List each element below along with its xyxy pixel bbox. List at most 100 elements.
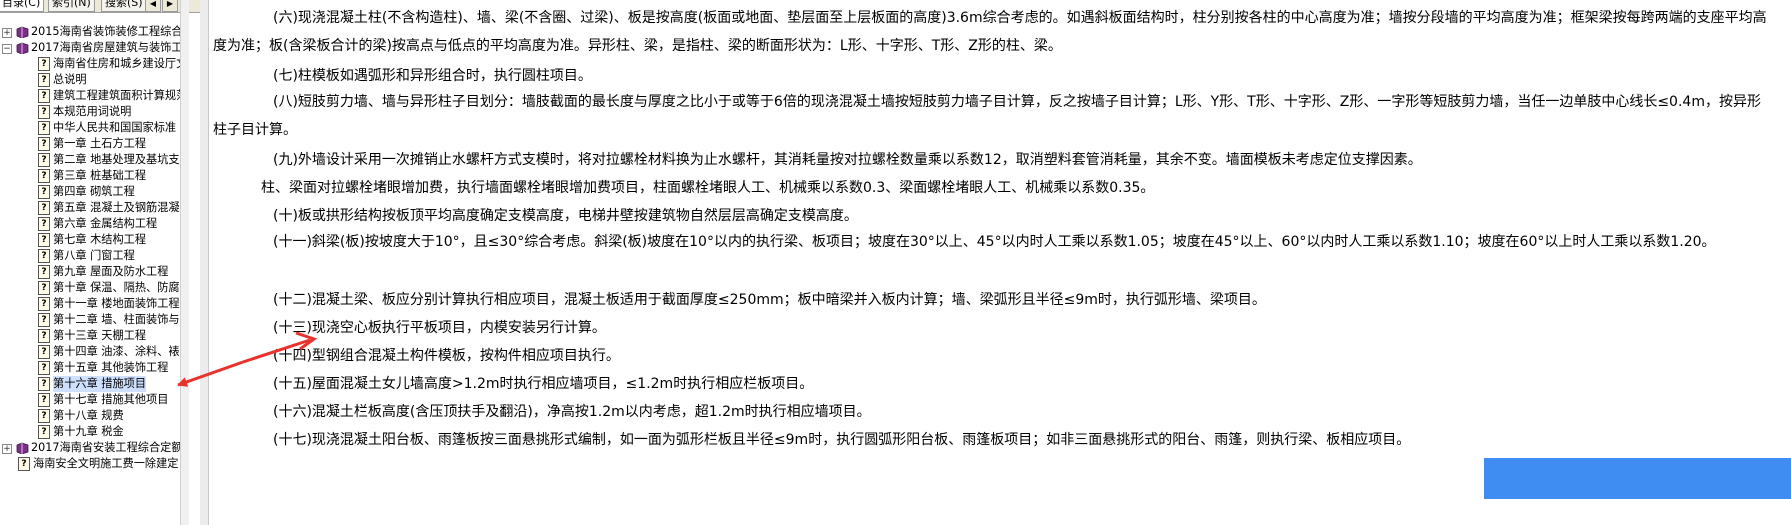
tree-item[interactable]: ? 第二章 地基处理及基坑支 <box>0 152 200 168</box>
help-page-icon: ? <box>38 137 50 151</box>
paragraph: (六)现浇混凝土柱(不含构造柱)、墙、梁(不含圈、过梁)、板是按高度(板面或地面… <box>213 10 1767 54</box>
tree-item-label: 第十八章 规费 <box>53 409 124 422</box>
tree-item-label: 第十三章 天棚工程 <box>53 329 147 342</box>
tab-strip: 目录(C) 索引(N) 搜索(S) ◀ ▶ <box>0 0 200 13</box>
tree-item-label: 第六章 金属结构工程 <box>53 217 158 230</box>
tree-item[interactable]: ? 第四章 砌筑工程 <box>0 184 200 200</box>
help-page-icon: ? <box>18 457 30 471</box>
help-page-icon: ? <box>38 409 50 423</box>
tree-item-label: 海南省住房和城乡建设厅文 <box>53 57 188 70</box>
help-page-icon: ? <box>38 297 50 311</box>
tree-item-label: 第十四章 油漆、涂料、裱 <box>53 345 180 358</box>
tree-item-label: 海南安全文明施工费一除建定 <box>33 457 179 470</box>
tree-item[interactable]: ? 第十四章 油漆、涂料、裱 <box>0 344 200 360</box>
tree-item-label: 第十九章 税金 <box>53 425 124 438</box>
help-page-icon: ? <box>38 121 50 135</box>
tree-item-label: 2015海南省装饰装修工程综合 <box>31 25 183 38</box>
topic-content: (六)现浇混凝土柱(不含构造柱)、墙、梁(不含圈、过梁)、板是按高度(板面或地面… <box>209 0 1791 525</box>
tree-item[interactable]: +2017海南省安装工程综合定额 <box>0 440 200 456</box>
help-page-icon: ? <box>38 265 50 279</box>
tree-item[interactable]: ? 第六章 金属结构工程 <box>0 216 200 232</box>
tree-item-label: 第十六章 措施项目 <box>53 376 147 392</box>
tree-item-label: 第十二章 墙、柱面装饰与 <box>53 313 180 326</box>
tree-item-label: 2017海南省安装工程综合定额 <box>31 441 183 454</box>
contents-tree: +2015海南省装饰装修工程综合 −2017海南省房屋建筑与装饰工? 海南省住房和城… <box>0 24 200 472</box>
contents-pane: 目录(C) 索引(N) 搜索(S) ◀ ▶ +2015海南省装饰装修工程综合 − 2… <box>0 0 201 525</box>
tree-item-label: 第一章 土石方工程 <box>53 137 147 150</box>
help-page-icon: ? <box>38 201 50 215</box>
tree-item[interactable]: ? 第十五章 其他装饰工程 <box>0 360 200 376</box>
tree-item[interactable]: ? 第五章 混凝土及钢筋混凝 <box>0 200 200 216</box>
tree-scrollbar[interactable] <box>180 0 189 525</box>
tree-item[interactable]: ? 中华人民共和国国家标准 <box>0 120 200 136</box>
tab-index[interactable]: 索引(N) <box>48 0 95 12</box>
paragraph: (十一)斜梁(板)按坡度大于10°，且≤30°综合考虑。斜梁(板)坡度在10°以… <box>273 234 1716 250</box>
tree-item[interactable]: ? 海南省住房和城乡建设厅文 <box>0 56 200 72</box>
overlay-panel[interactable] <box>1484 458 1791 499</box>
collapse-icon[interactable]: − <box>2 44 12 54</box>
tree-item[interactable]: ? 海南安全文明施工费一除建定 <box>0 456 200 472</box>
help-page-icon: ? <box>38 393 50 407</box>
help-page-icon: ? <box>38 329 50 343</box>
book-icon <box>16 442 29 455</box>
expand-icon[interactable]: + <box>2 444 12 454</box>
tab-scroll-right-button[interactable]: ▶ <box>162 0 178 12</box>
tree-item[interactable]: ? 第十二章 墙、柱面装饰与 <box>0 312 200 328</box>
tree-item-label: 第十章 保温、隔热、防腐 <box>53 281 180 294</box>
tree-item[interactable]: ? 第十三章 天棚工程 <box>0 328 200 344</box>
tree-item-label: 第十一章 楼地面装饰工程 <box>53 297 180 310</box>
book-open-icon <box>16 42 29 55</box>
tree-item-label: 总说明 <box>53 73 87 86</box>
tree-item-label: 本规范用词说明 <box>53 105 132 118</box>
tree-item[interactable]: ? 第一章 土石方工程 <box>0 136 200 152</box>
tree-item-label: 2017海南省房屋建筑与装饰工 <box>31 41 183 54</box>
help-page-icon: ? <box>38 105 50 119</box>
help-page-icon: ? <box>38 89 50 103</box>
paragraph: (十七)现浇混凝土阳台板、雨篷板按三面悬挑形式编制，如一面为弧形栏板且半径≤9m… <box>273 432 1411 448</box>
help-page-icon: ? <box>38 313 50 327</box>
tree-item-label: 第三章 桩基础工程 <box>53 169 147 182</box>
tree-item[interactable]: ? 第三章 桩基础工程 <box>0 168 200 184</box>
tree-item-label: 第五章 混凝土及钢筋混凝 <box>53 201 180 214</box>
tree-item[interactable]: ? 第十七章 措施其他项目 <box>0 392 200 408</box>
tree-item-label: 第四章 砌筑工程 <box>53 185 135 198</box>
help-page-icon: ? <box>38 73 50 87</box>
tree-item[interactable]: ? 总说明 <box>0 72 200 88</box>
pane-splitter[interactable] <box>200 0 209 525</box>
book-icon <box>16 26 29 39</box>
tab-scroll-left-button[interactable]: ◀ <box>145 0 161 12</box>
help-page-icon: ? <box>38 377 50 391</box>
tree-item[interactable]: ? 本规范用词说明 <box>0 104 200 120</box>
tree-item-label: 中华人民共和国国家标准 <box>53 121 177 134</box>
tree-item[interactable]: ? 第十章 保温、隔热、防腐 <box>0 280 200 296</box>
help-page-icon: ? <box>38 345 50 359</box>
tree-item[interactable]: ? 建筑工程建筑面积计算规范 <box>0 88 200 104</box>
tree-item[interactable]: ? 第七章 木结构工程 <box>0 232 200 248</box>
paragraph: (八)短肢剪力墙、墙与异形柱子目划分：墙肢截面的最长度与厚度之比小于或等于6倍的… <box>213 94 1761 138</box>
tree-item-label: 第十五章 其他装饰工程 <box>53 361 169 374</box>
tree-item[interactable]: +2015海南省装饰装修工程综合 <box>0 24 200 40</box>
help-page-icon: ? <box>38 425 50 439</box>
expand-icon[interactable]: + <box>2 28 12 38</box>
tree-item[interactable]: − 2017海南省房屋建筑与装饰工 <box>0 40 200 56</box>
tree-item[interactable]: ? 第八章 门窗工程 <box>0 248 200 264</box>
tree-item-label: 第九章 屋面及防水工程 <box>53 265 169 278</box>
tree-item[interactable]: ? 第九章 屋面及防水工程 <box>0 264 200 280</box>
help-page-icon: ? <box>38 185 50 199</box>
tree-item-label: 第十七章 措施其他项目 <box>53 393 169 406</box>
help-page-icon: ? <box>38 57 50 71</box>
help-page-icon: ? <box>38 281 50 295</box>
tree-item-label: 第八章 门窗工程 <box>53 249 135 262</box>
help-page-icon: ? <box>38 249 50 263</box>
tree-item[interactable]: ? 第十八章 规费 <box>0 408 200 424</box>
tree-item[interactable]: ? 第十九章 税金 <box>0 424 200 440</box>
help-page-icon: ? <box>38 169 50 183</box>
help-page-icon: ? <box>38 217 50 231</box>
tab-search[interactable]: 搜索(S) <box>101 0 147 12</box>
help-page-icon: ? <box>38 233 50 247</box>
help-page-icon: ? <box>38 361 50 375</box>
tree-item[interactable]: ? 第十一章 楼地面装饰工程 <box>0 296 200 312</box>
tab-contents[interactable]: 目录(C) <box>0 0 45 12</box>
tree-item-label: 建筑工程建筑面积计算规范 <box>53 89 188 102</box>
tree-item[interactable]: ? 第十六章 措施项目 <box>0 376 200 392</box>
